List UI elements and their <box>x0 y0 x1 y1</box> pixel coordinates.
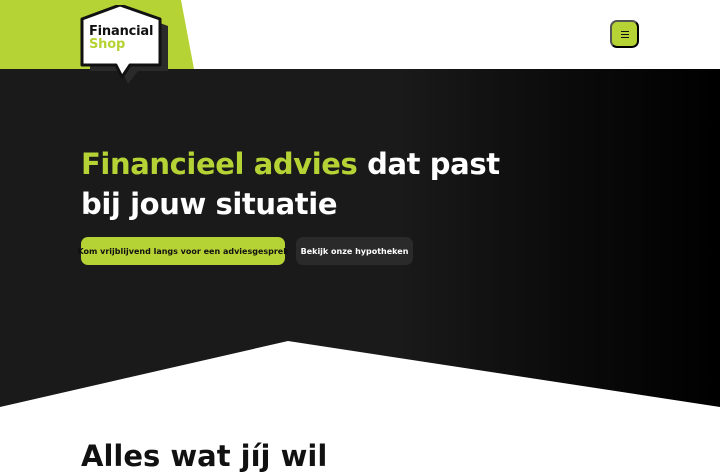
view-mortgages-button[interactable]: Bekijk onze hypotheken <box>296 237 413 265</box>
logo-text: Financial Shop <box>89 25 153 51</box>
book-consultation-button[interactable]: Kom vrijblijvend langs voor een adviesge… <box>77 237 289 265</box>
financial-shop-logo[interactable]: Financial Shop <box>78 5 170 85</box>
hamburger-menu-icon <box>620 30 629 38</box>
hero-title-highlight: Financieel advies <box>81 147 358 181</box>
menu-button[interactable] <box>610 20 639 48</box>
hero-title: Financieel advies dat past bij jouw situ… <box>81 144 501 224</box>
logo-line-2: Shop <box>89 37 126 52</box>
next-section-heading: Alles wat jíj wil <box>81 439 328 473</box>
